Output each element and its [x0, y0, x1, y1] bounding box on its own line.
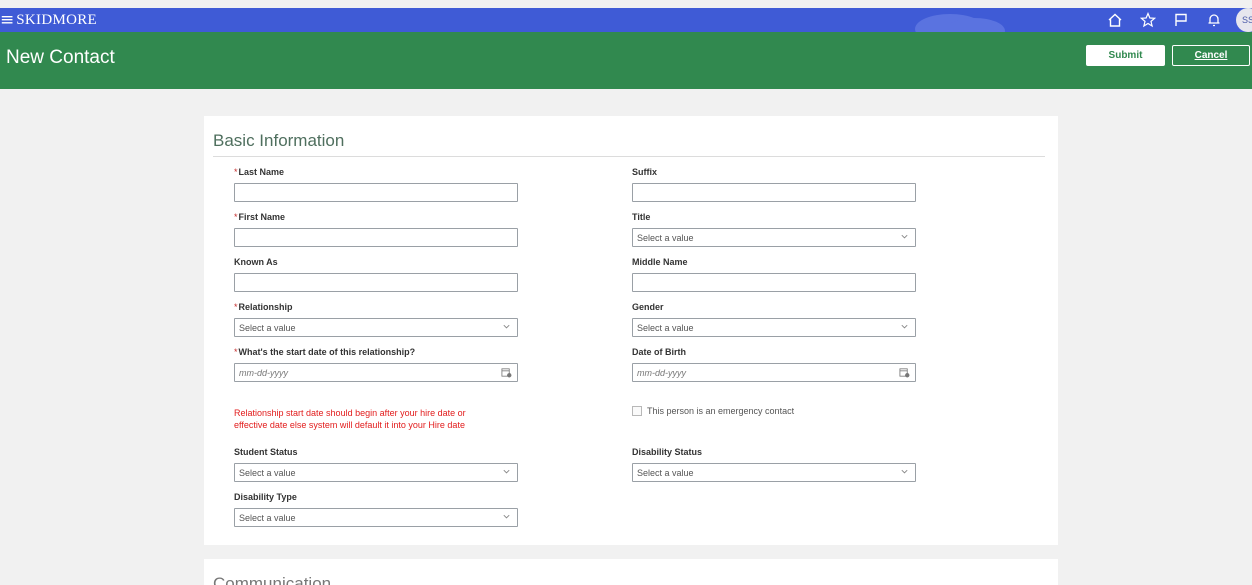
date-of-birth-field: Date of Birth mm-dd-yyyy	[632, 346, 916, 382]
select-value: Select a value	[637, 467, 694, 478]
disability-status-select[interactable]: Select a value	[632, 463, 916, 482]
chevron-down-icon	[900, 322, 909, 333]
star-icon[interactable]	[1136, 8, 1160, 32]
select-value: Select a value	[637, 322, 694, 333]
start-date-warning: Relationship start date should begin aft…	[234, 408, 466, 430]
emergency-contact-checkbox[interactable]	[632, 406, 642, 416]
relationship-label: *Relationship	[234, 302, 293, 312]
date-placeholder: mm-dd-yyyy	[239, 367, 288, 378]
select-value: Select a value	[239, 467, 296, 478]
home-icon[interactable]	[1103, 8, 1127, 32]
bell-icon[interactable]	[1202, 8, 1226, 32]
known-as-field: Known As	[234, 256, 518, 292]
calendar-icon[interactable]	[899, 367, 910, 378]
first-name-input[interactable]	[234, 228, 518, 247]
select-value: Select a value	[239, 512, 296, 523]
middle-name-field: Middle Name	[632, 256, 916, 292]
disability-status-label: Disability Status	[632, 447, 703, 457]
relationship-field: *Relationship Select a value	[234, 301, 518, 337]
first-name-field: *First Name	[234, 211, 518, 247]
start-date-input[interactable]: mm-dd-yyyy	[234, 363, 518, 382]
start-date-field: *What's the start date of this relations…	[234, 346, 518, 382]
middle-name-label: Middle Name	[632, 257, 688, 267]
title-label: Title	[632, 212, 651, 222]
brand[interactable]: ≡ SKIDMORE	[0, 10, 97, 30]
disability-type-label: Disability Type	[234, 492, 297, 502]
first-name-label: *First Name	[234, 212, 286, 222]
disability-type-select[interactable]: Select a value	[234, 508, 518, 527]
section-title-basic-information: Basic Information	[213, 131, 345, 150]
suffix-label: Suffix	[632, 167, 658, 177]
known-as-label: Known As	[234, 257, 278, 267]
date-of-birth-label: Date of Birth	[632, 347, 686, 357]
date-of-birth-input[interactable]: mm-dd-yyyy	[632, 363, 916, 382]
chevron-down-icon	[502, 512, 511, 523]
required-marker: *	[234, 347, 238, 357]
disability-type-field: Disability Type Select a value	[234, 491, 518, 527]
suffix-field: Suffix	[632, 166, 916, 202]
required-marker: *	[234, 167, 238, 177]
brand-name: SKIDMORE	[16, 11, 97, 28]
emergency-contact-row: This person is an emergency contact	[632, 406, 794, 416]
student-status-field: Student Status Select a value	[234, 446, 518, 482]
last-name-label: *Last Name	[234, 167, 285, 177]
title-select[interactable]: Select a value	[632, 228, 916, 247]
select-value: Select a value	[239, 322, 296, 333]
avatar[interactable]: SS	[1236, 8, 1252, 32]
gender-select[interactable]: Select a value	[632, 318, 916, 337]
submit-button[interactable]: Submit	[1086, 45, 1165, 66]
menu-icon[interactable]: ≡	[0, 10, 14, 30]
chevron-down-icon	[502, 467, 511, 478]
last-name-input[interactable]	[234, 183, 518, 202]
required-marker: *	[234, 302, 238, 312]
disability-status-field: Disability Status Select a value	[632, 446, 916, 482]
communication-card: Communication	[204, 559, 1058, 585]
select-value: Select a value	[637, 232, 694, 243]
gender-label: Gender	[632, 302, 664, 312]
emergency-contact-label: This person is an emergency contact	[647, 406, 795, 416]
last-name-field: *Last Name	[234, 166, 518, 202]
middle-name-input[interactable]	[632, 273, 916, 292]
section-divider	[213, 156, 1045, 157]
student-status-label: Student Status	[234, 447, 298, 457]
calendar-icon[interactable]	[501, 367, 512, 378]
relationship-select[interactable]: Select a value	[234, 318, 518, 337]
top-nav-bar: ≡ SKIDMORE SS	[0, 8, 1252, 32]
page-title: New Contact	[6, 47, 115, 68]
section-title-communication: Communication	[213, 574, 332, 585]
chevron-down-icon	[502, 322, 511, 333]
title-field: Title Select a value	[632, 211, 916, 247]
student-status-select[interactable]: Select a value	[234, 463, 518, 482]
chevron-down-icon	[900, 467, 909, 478]
chevron-down-icon	[900, 232, 909, 243]
flag-icon[interactable]	[1169, 8, 1193, 32]
date-placeholder: mm-dd-yyyy	[637, 367, 686, 378]
cancel-button[interactable]: Cancel	[1172, 45, 1250, 66]
required-marker: *	[234, 212, 238, 222]
global-actions: SS	[1094, 8, 1252, 32]
start-date-label: *What's the start date of this relations…	[234, 347, 416, 357]
gender-field: Gender Select a value	[632, 301, 916, 337]
known-as-input[interactable]	[234, 273, 518, 292]
suffix-input[interactable]	[632, 183, 916, 202]
basic-information-card: Basic Information *Last Name Suffix *Fir…	[204, 116, 1058, 545]
page-header: New Contact Submit Cancel	[0, 32, 1252, 89]
